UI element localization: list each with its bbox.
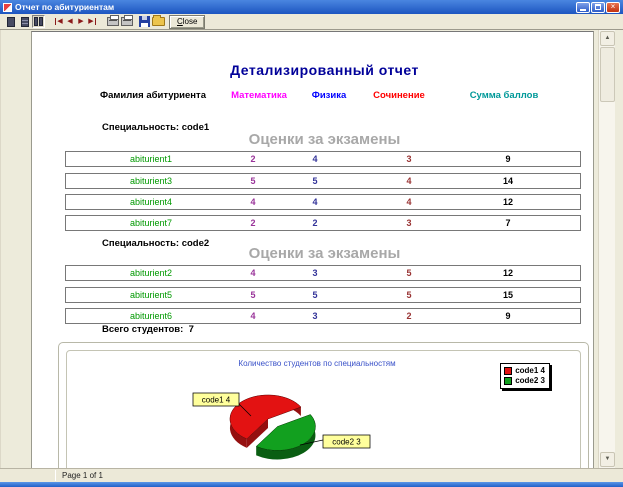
app-icon — [3, 3, 12, 12]
row-sum: 15 — [458, 290, 558, 300]
row-essay: 5 — [359, 290, 459, 300]
chart-panel: Количество студентов по специальностям c… — [58, 342, 589, 468]
zoom-100-button[interactable] — [18, 15, 31, 28]
minimize-button[interactable] — [576, 2, 590, 13]
legend-label: code2 3 — [515, 376, 545, 386]
page-indicator: Page 1 of 1 — [62, 471, 103, 480]
last-page-icon: ▶ — [88, 18, 95, 25]
callout-label-code2: code2 3 — [332, 438, 361, 447]
title-bar: Отчет по абитуриентам × — [0, 0, 623, 14]
next-page-button[interactable]: ▶ — [76, 16, 86, 28]
row-sum: 12 — [458, 197, 558, 207]
report-page: Детализированный отчет Фамилия абитуриен… — [31, 31, 594, 468]
row-physics: 5 — [265, 290, 365, 300]
next-page-icon: ▶ — [78, 18, 83, 25]
row-essay: 3 — [359, 218, 459, 228]
table-row: abiturient6 4 3 2 9 — [65, 308, 581, 324]
save-icon — [139, 16, 150, 27]
prev-page-button[interactable]: ◀ — [65, 16, 75, 28]
zoom-width-button[interactable] — [32, 15, 45, 28]
section-header: Оценки за экзамены — [67, 245, 582, 262]
open-button[interactable] — [152, 15, 165, 28]
status-bar: Page 1 of 1 — [0, 468, 623, 482]
vertical-scrollbar[interactable]: ▲ ▼ — [598, 30, 615, 468]
preview-area: Детализированный отчет Фамилия абитуриен… — [0, 30, 623, 468]
table-row: abiturient3 5 5 4 14 — [65, 173, 581, 189]
legend-item: code1 4 — [504, 366, 545, 376]
restore-icon — [595, 4, 601, 10]
table-row: abiturient2 4 3 5 12 — [65, 265, 581, 281]
scrollbar-thumb[interactable] — [600, 47, 615, 102]
row-essay: 3 — [359, 154, 459, 164]
table-row: abiturient5 5 5 5 15 — [65, 287, 581, 303]
open-icon — [152, 17, 165, 26]
row-name: abiturient2 — [91, 268, 211, 278]
table-row: abiturient7 2 2 3 7 — [65, 215, 581, 231]
arrow-down-icon: ▼ — [605, 456, 611, 462]
print-icon — [121, 17, 133, 26]
print-button[interactable] — [120, 15, 133, 28]
row-physics: 2 — [265, 218, 365, 228]
legend-label: code1 4 — [515, 366, 545, 376]
chart-title: Количество студентов по специальностям — [127, 359, 507, 368]
row-physics: 3 — [265, 311, 365, 321]
status-divider — [55, 470, 56, 481]
row-sum: 7 — [458, 218, 558, 228]
printer-setup-icon — [107, 17, 119, 26]
row-sum: 14 — [458, 176, 558, 186]
zoom-fit-button[interactable] — [4, 15, 17, 28]
row-essay: 5 — [359, 268, 459, 278]
close-window-button[interactable]: × — [606, 2, 620, 13]
row-physics: 5 — [265, 176, 365, 186]
table-row: abiturient4 4 4 4 12 — [65, 194, 581, 210]
close-icon: × — [611, 3, 616, 11]
total-students-label: Всего студентов: 7 — [102, 324, 194, 335]
prev-page-icon: ◀ — [67, 18, 72, 25]
row-physics: 4 — [265, 197, 365, 207]
legend-swatch-code1 — [504, 367, 512, 375]
row-name: abiturient4 — [91, 197, 211, 207]
zoom-100-icon — [21, 17, 29, 27]
row-essay: 4 — [359, 176, 459, 186]
pie-chart: code1 4 code2 3 — [167, 375, 387, 468]
row-physics: 3 — [265, 268, 365, 278]
first-page-button[interactable]: ◀ — [54, 16, 64, 28]
printer-setup-button[interactable] — [106, 15, 119, 28]
row-essay: 4 — [359, 197, 459, 207]
row-physics: 4 — [265, 154, 365, 164]
save-button[interactable] — [138, 15, 151, 28]
arrow-up-icon: ▲ — [605, 35, 611, 41]
row-name: abiturient3 — [91, 176, 211, 186]
scroll-down-button[interactable]: ▼ — [600, 452, 615, 467]
row-sum: 9 — [458, 154, 558, 164]
row-sum: 12 — [458, 268, 558, 278]
row-name: abiturient7 — [91, 218, 211, 228]
chart-legend: code1 4 code2 3 — [500, 363, 550, 389]
row-sum: 9 — [458, 311, 558, 321]
close-button[interactable]: Close — [169, 15, 205, 29]
table-row: abiturient1 2 4 3 9 — [65, 151, 581, 167]
row-essay: 2 — [359, 311, 459, 321]
last-page-button[interactable]: ▶ — [87, 16, 97, 28]
minimize-icon — [580, 9, 586, 11]
legend-item: code2 3 — [504, 376, 545, 386]
zoom-width-icon — [34, 17, 43, 26]
legend-swatch-code2 — [504, 377, 512, 385]
first-page-icon: ◀ — [55, 18, 62, 25]
toolbar: ◀ ◀ ▶ ▶ Close — [0, 14, 623, 30]
row-name: abiturient1 — [91, 154, 211, 164]
column-header-sum: Сумма баллов — [454, 90, 554, 101]
row-name: abiturient5 — [91, 290, 211, 300]
window-title: Отчет по абитуриентам — [15, 2, 575, 12]
column-header-essay: Сочинение — [349, 90, 449, 101]
callout-label-code1: code1 4 — [202, 396, 231, 405]
chart-frame: Количество студентов по специальностям c… — [66, 350, 581, 468]
scroll-up-button[interactable]: ▲ — [600, 31, 615, 46]
zoom-fit-icon — [7, 17, 15, 27]
window-bottom-border — [0, 482, 623, 487]
row-name: abiturient6 — [91, 311, 211, 321]
report-title: Детализированный отчет — [67, 62, 582, 78]
restore-button[interactable] — [591, 2, 605, 13]
section-header: Оценки за экзамены — [67, 131, 582, 148]
